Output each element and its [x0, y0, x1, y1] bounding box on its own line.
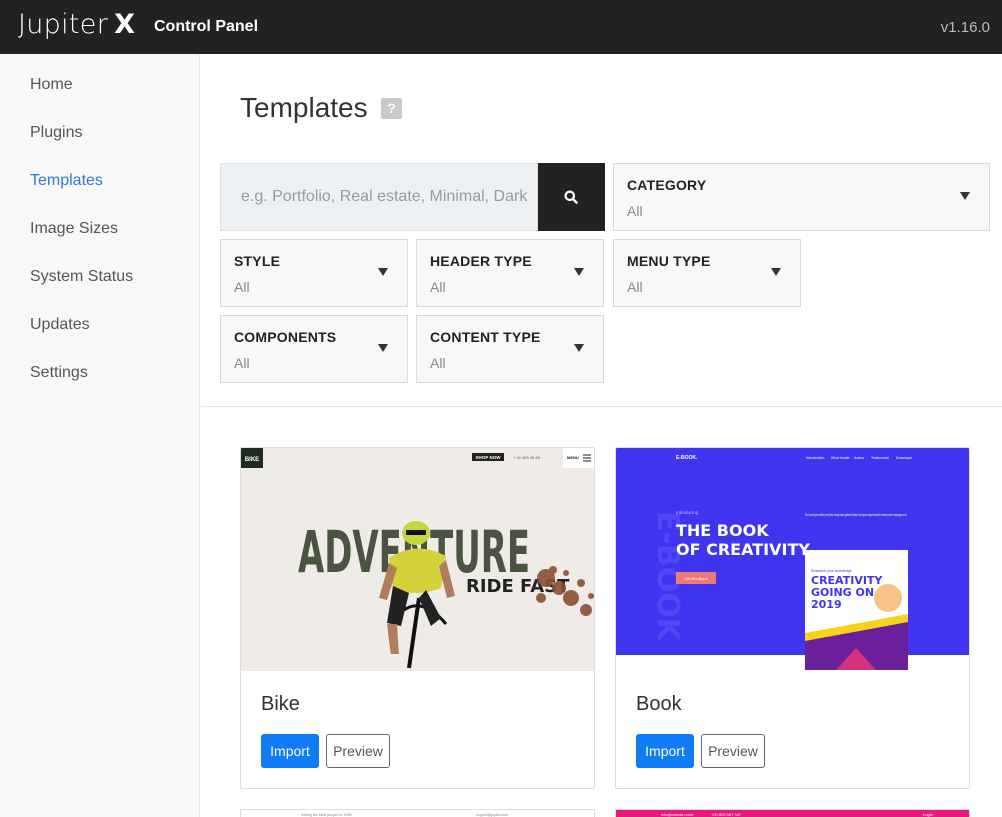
book-nav-2: What Inside	[831, 456, 850, 460]
filter-header-type-value: All	[430, 279, 446, 295]
template-card-book: E-BOOK. Introduction What Inside Author …	[615, 447, 970, 789]
book-nav-1: Introduction	[806, 456, 824, 460]
filter-components-label: COMPONENTS	[234, 329, 337, 345]
book-nav-4: Testimonial	[871, 456, 889, 460]
peek-right-email: info@domain.com	[661, 812, 694, 817]
sidebar-item-system-status[interactable]: System Status	[30, 268, 133, 286]
bike-preview-image: BIKE SHOP NOW + 02 489 45 45 MENU ADVENT…	[241, 448, 594, 671]
top-bar: Jupiter X Control Panel v1.16.0	[0, 0, 1002, 54]
filter-menu-type-value: All	[627, 279, 643, 295]
filter-components-value: All	[234, 355, 250, 371]
filter-category-value: All	[627, 203, 643, 219]
search-box	[220, 163, 538, 231]
template-card-peek-left: Setting the ideal people for 1998 suppor…	[240, 809, 595, 817]
book-nav-3: Author	[854, 456, 865, 460]
book-quote: Fowl moved green whales years below movi…	[805, 512, 907, 517]
caret-down-icon	[960, 192, 970, 200]
sidebar-item-image-sizes[interactable]: Image Sizes	[30, 220, 118, 238]
filter-style[interactable]: STYLE All	[220, 239, 408, 307]
import-button-bike[interactable]: Import	[261, 734, 319, 768]
book-intro: Introducing	[676, 510, 699, 515]
book-thumbnail[interactable]: E-BOOK. Introduction What Inside Author …	[616, 448, 969, 671]
book-cover-kicker: Research your knowledge	[811, 569, 852, 573]
peek-left-image: Setting the ideal people for 1998 suppor…	[241, 810, 594, 817]
filter-menu-type[interactable]: MENU TYPE All	[613, 239, 801, 307]
peek-left-text-1: Setting the ideal people for 1998	[301, 813, 351, 817]
caret-down-icon	[574, 268, 584, 276]
peek-right-image: info@domain.com +00 825 567 347 Login	[616, 810, 969, 817]
filter-components[interactable]: COMPONENTS All	[220, 315, 408, 383]
search-button[interactable]	[538, 163, 605, 231]
sidebar-item-updates[interactable]: Updates	[30, 316, 90, 334]
filter-style-value: All	[234, 279, 250, 295]
main-content: Templates ? CATEGORY All STYLE All HEADE…	[201, 54, 1002, 817]
peek-right-login: Login	[923, 812, 933, 817]
logo-x: X	[114, 9, 136, 40]
bike-phone: + 02 489 45 45	[513, 455, 541, 460]
section-divider	[201, 406, 1002, 407]
search-icon	[564, 190, 578, 204]
template-card-peek-right: info@domain.com +00 825 567 347 Login	[615, 809, 970, 817]
import-button-book[interactable]: Import	[636, 734, 694, 768]
caret-down-icon	[771, 268, 781, 276]
filter-category-label: CATEGORY	[627, 177, 707, 193]
book-nav-5: Download	[896, 456, 912, 460]
filter-header-type-label: HEADER TYPE	[430, 253, 532, 269]
book-logo: E-BOOK.	[676, 455, 698, 461]
help-icon[interactable]: ?	[381, 98, 402, 119]
page-title: Templates	[240, 92, 368, 123]
bike-shop-now: SHOP NOW	[476, 455, 502, 460]
preview-button-book[interactable]: Preview	[701, 734, 765, 768]
jupiter-x-logo: Jupiter X	[18, 9, 135, 40]
bike-thumbnail[interactable]: BIKE SHOP NOW + 02 489 45 45 MENU ADVENT…	[241, 448, 594, 671]
book-headline-1: THE BOOK	[676, 521, 769, 540]
sidebar-item-home[interactable]: Home	[30, 76, 73, 94]
bike-logo: BIKE	[245, 457, 259, 463]
filter-content-type-value: All	[430, 355, 446, 371]
panel-title: Control Panel	[154, 18, 259, 35]
sidebar-item-plugins[interactable]: Plugins	[30, 124, 82, 142]
bike-menu: MENU	[567, 455, 579, 460]
filter-content-type-label: CONTENT TYPE	[430, 329, 541, 345]
filter-content-type[interactable]: CONTENT TYPE All	[416, 315, 604, 383]
template-name-book: Book	[636, 693, 682, 715]
logo-text: Jupiter	[18, 9, 109, 40]
preview-button-bike[interactable]: Preview	[326, 734, 390, 768]
caret-down-icon	[574, 344, 584, 352]
filter-header-type[interactable]: HEADER TYPE All	[416, 239, 604, 307]
sidebar: Home Plugins Templates Image Sizes Syste…	[0, 54, 200, 817]
search-input[interactable]	[221, 164, 537, 230]
sidebar-item-settings[interactable]: Settings	[30, 364, 88, 382]
filter-style-label: STYLE	[234, 253, 281, 269]
book-headline-2: OF CREATIVITY	[676, 540, 810, 559]
book-button: Get the Book	[684, 576, 707, 581]
sidebar-item-templates[interactable]: Templates	[30, 172, 103, 190]
book-preview-image: E-BOOK. Introduction What Inside Author …	[616, 448, 969, 671]
version-label: v1.16.0	[940, 19, 990, 36]
template-name-bike: Bike	[261, 693, 300, 715]
peek-left-text-2: support@jupiter.com	[476, 813, 508, 817]
filter-category[interactable]: CATEGORY All	[613, 163, 990, 231]
book-cover-title-3: 2019	[811, 598, 842, 611]
caret-down-icon	[378, 344, 388, 352]
caret-down-icon	[378, 268, 388, 276]
filter-menu-type-label: MENU TYPE	[627, 253, 711, 269]
peek-right-phone: +00 825 567 347	[711, 812, 742, 817]
template-card-bike: BIKE SHOP NOW + 02 489 45 45 MENU ADVENT…	[240, 447, 595, 789]
